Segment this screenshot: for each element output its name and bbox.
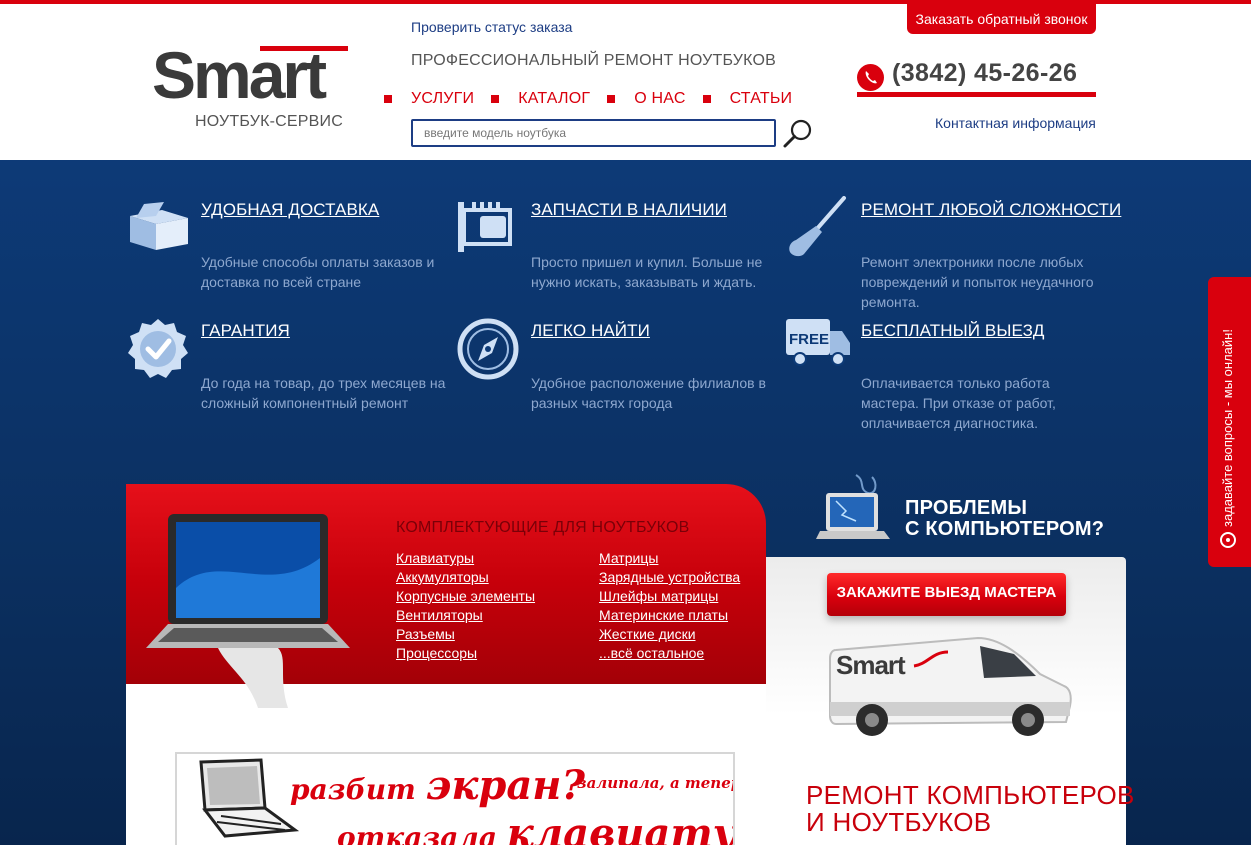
- nav-label: КАТАЛОГ: [518, 90, 591, 107]
- promo-link-processors[interactable]: Процессоры: [396, 645, 477, 661]
- promo-link-connectors[interactable]: Разъемы: [396, 626, 455, 642]
- nav-bullet-icon: [491, 95, 500, 103]
- box-icon: [126, 196, 190, 260]
- promo-link-hard-drives[interactable]: Жесткие диски: [599, 626, 696, 642]
- banner-line-2: отказала клавиатура?: [337, 810, 735, 845]
- phone-number[interactable]: (3842) 45-26-26: [892, 59, 1077, 88]
- free-truck-icon: FREE: [786, 317, 850, 381]
- repair-heading: РЕМОНТ КОМПЬЮТЕРОВ И НОУТБУКОВ: [806, 780, 1135, 837]
- promo-link-everything-else[interactable]: ...всё остальное: [599, 645, 704, 661]
- smart-van-image: Smart: [828, 632, 1074, 740]
- callback-button[interactable]: Заказать обратный звонок: [907, 4, 1096, 34]
- feature-title[interactable]: ГАРАНТИЯ: [201, 321, 290, 341]
- banner-side-text: залипала, а теперь: [577, 774, 735, 792]
- feature-text: Удобное расположение филиалов в разных ч…: [531, 375, 766, 411]
- feature-title[interactable]: ЛЕГКО НАЙТИ: [531, 321, 650, 341]
- broken-computer-icon: [816, 471, 892, 543]
- phone-block: (3842) 45-26-26: [857, 59, 1096, 97]
- tagline: ПРОФЕССИОНАЛЬНЫЙ РЕМОНТ НОУТБУКОВ: [411, 52, 777, 69]
- nav-label: СТАТЬИ: [729, 90, 793, 107]
- feature-text: До года на товар, до трех месяцев на сло…: [201, 375, 446, 411]
- logo-red-stroke: [260, 46, 348, 51]
- order-master-visit-button[interactable]: ЗАКАЖИТЕ ВЫЕЗД МАСТЕРА: [827, 573, 1066, 616]
- nav-bullet-icon: [702, 95, 711, 103]
- feature-text: Ремонт электроники после любых поврежден…: [861, 254, 1094, 310]
- nav-item-catalog[interactable]: КАТАЛОГ: [491, 90, 590, 108]
- main-nav: УСЛУГИ КАТАЛОГ О НАС СТАТЬИ: [384, 88, 809, 110]
- search-input[interactable]: введите модель ноутбука: [411, 119, 776, 147]
- promo-link-chargers[interactable]: Зарядные устройства: [599, 569, 740, 585]
- nav-bullet-icon: [607, 95, 616, 103]
- nav-label: УСЛУГИ: [411, 90, 475, 107]
- order-status-link[interactable]: Проверить статус заказа: [411, 19, 572, 35]
- promo-link-matrix-cables[interactable]: Шлейфы матрицы: [599, 588, 718, 604]
- promo-link-keyboards[interactable]: Клавиатуры: [396, 550, 474, 566]
- promo-link-fans[interactable]: Вентиляторы: [396, 607, 483, 623]
- truck-free-label: FREE: [789, 331, 829, 348]
- broken-screen-banner[interactable]: разбит экран? залипала, а теперь отказал…: [175, 752, 735, 845]
- nav-item-about[interactable]: О НАС: [607, 90, 685, 108]
- van-logo-text: Smart: [836, 650, 906, 680]
- feature-title[interactable]: РЕМОНТ ЛЮБОЙ СЛОЖНОСТИ: [861, 200, 1121, 220]
- phone-icon: [857, 64, 884, 91]
- promo-link-case-parts[interactable]: Корпусные элементы: [396, 588, 535, 604]
- promo-title: КОМПЛЕКТУЮЩИЕ ДЛЯ НОУТБУКОВ: [396, 519, 690, 536]
- laptop-on-hand-image: [138, 508, 360, 713]
- feature-text: Удобные способы оплаты заказов и доставк…: [201, 254, 435, 290]
- feature-text: Просто пришел и купил. Больше не нужно и…: [531, 254, 763, 290]
- nav-bullet-icon: [384, 95, 392, 103]
- promo-link-matrices[interactable]: Матрицы: [599, 550, 658, 566]
- phone-underline: [857, 92, 1096, 97]
- contacts-link[interactable]: Контактная информация: [935, 115, 1096, 131]
- smart-logo[interactable]: Smart: [152, 38, 370, 112]
- chat-bubble-icon: [1218, 530, 1238, 550]
- feature-title[interactable]: ЗАПЧАСТИ В НАЛИЧИИ: [531, 200, 727, 220]
- nav-label: О НАС: [634, 90, 686, 107]
- online-chat-label: задавайте вопросы - мы онлайн!: [1220, 329, 1235, 527]
- banner-line-1: разбит экран?: [290, 762, 585, 809]
- feature-title[interactable]: БЕСПЛАТНЫЙ ВЫЕЗД: [861, 321, 1045, 341]
- promo-link-batteries[interactable]: Аккумуляторы: [396, 569, 489, 585]
- broken-laptop-image: [191, 758, 301, 844]
- nav-item-services[interactable]: УСЛУГИ: [384, 90, 474, 108]
- feature-text: Оплачивается только работа мастера. При …: [861, 375, 1056, 431]
- guarantee-badge-icon: [126, 317, 190, 381]
- feature-title[interactable]: УДОБНАЯ ДОСТАВКА: [201, 200, 379, 220]
- logo-subtitle: НОУТБУК-СЕРВИС: [195, 113, 343, 130]
- search-icon[interactable]: [782, 117, 814, 149]
- chip-icon: [456, 196, 520, 260]
- screwdriver-icon: [786, 196, 850, 260]
- problems-heading: ПРОБЛЕМЫ С КОМПЬЮТЕРОМ?: [905, 497, 1105, 540]
- nav-item-articles[interactable]: СТАТЬИ: [702, 90, 793, 108]
- promo-link-motherboards[interactable]: Материнские платы: [599, 607, 728, 623]
- compass-icon: [456, 317, 520, 381]
